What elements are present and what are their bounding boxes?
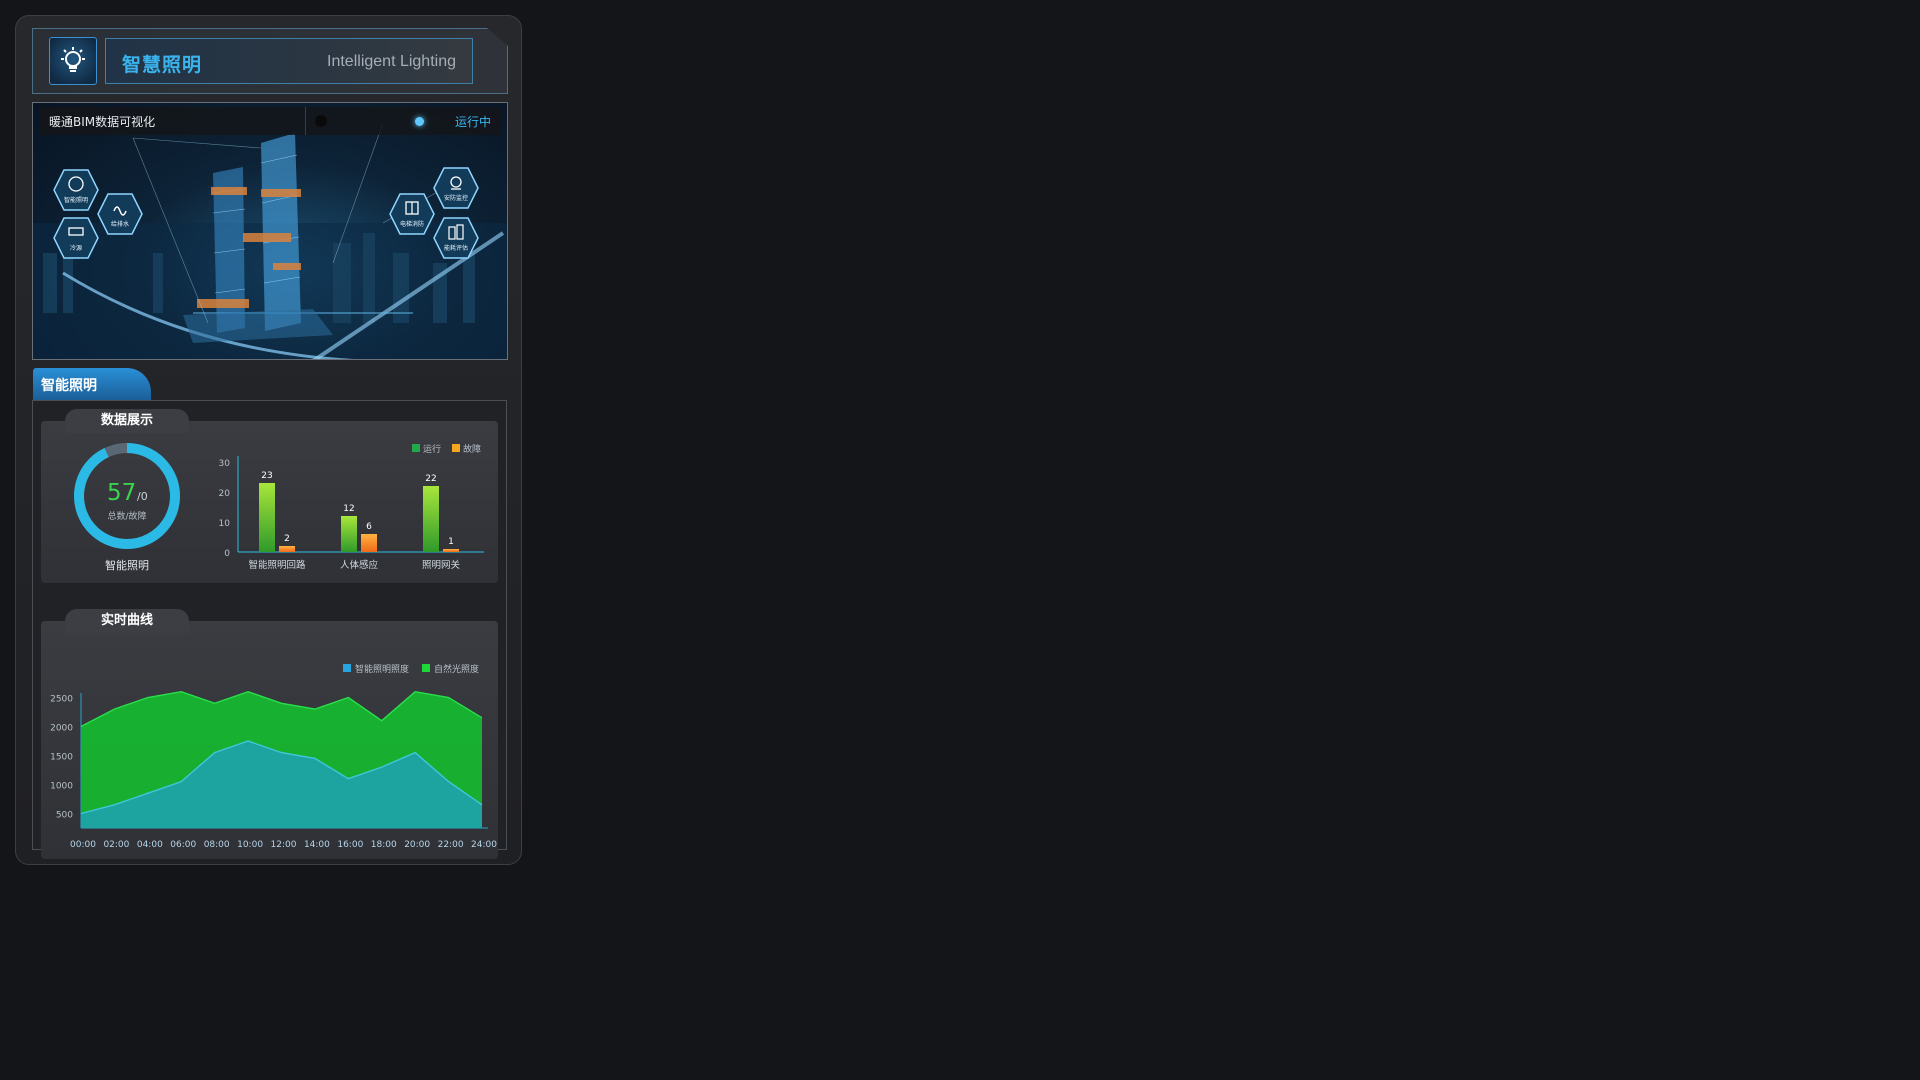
y-tick-label: 10 [219,519,231,529]
y-tick-label: 2500 [50,695,73,705]
y-tick-label: 500 [56,811,73,821]
bar-fault [361,534,377,552]
hex-label: 电梯消防 [399,221,424,228]
bar-value-label: 1 [448,537,454,547]
hex-node-energy[interactable]: 能耗评估 [433,217,479,259]
x-tick-label: 12:00 [271,840,297,850]
y-tick-label: 0 [224,549,230,559]
hex-label: 能耗评估 [443,245,468,252]
hex-node-security[interactable]: 安防监控 [433,167,479,209]
gauge-caption: 总数/故障 [107,510,146,522]
x-tick-label: 00:00 [70,840,96,850]
bar-run [341,516,357,552]
x-tick-label: 02:00 [103,840,129,850]
hex-node-lighting[interactable]: 智能照明 [53,169,99,211]
x-tick-label: 智能照明回路 [248,559,306,571]
legend-swatch-run [412,444,420,452]
realtime-curve-card: 实时曲线 智能照明照度 自然光照度 500 1000 1500 2000 2500 00:… [41,609,498,859]
hex-label: 冷源 [69,245,82,252]
bar-value-label: 6 [366,522,372,532]
gauge-total: 57 [107,480,136,506]
x-tick-label: 14:00 [304,840,330,850]
header-title-bar: 智慧照明 Intelligent Lighting [105,38,473,84]
section-title: 智能照明 [41,378,97,394]
section-body: 数据展示 57 /0 总数/故障 智能照明 运行 故障 0 10 20 30 23 2 智能… [32,400,507,859]
legend-fault: 故障 [463,443,481,455]
bar-value-label: 22 [425,474,436,484]
y-tick-label: 30 [219,459,231,469]
bar-run [423,486,439,552]
hex-node-water-supply[interactable]: 给排水 [97,193,143,235]
x-tick-label: 照明网关 [422,559,461,571]
bar-run [259,483,275,552]
bar-chart: 运行 故障 0 10 20 30 23 2 智能照明回路 12 6 人体感应 22 1 照明网关 [219,443,484,571]
status-indicator-icon [415,117,424,126]
bar-fault [279,546,295,552]
record-indicator-icon[interactable] [315,115,327,127]
bar-value-label: 2 [284,534,290,544]
hex-node-cooling[interactable]: 冷源 [53,217,99,259]
y-tick-label: 2000 [50,724,73,734]
x-tick-label: 16:00 [337,840,363,850]
x-tick-label: 10:00 [237,840,263,850]
bar-fault [443,549,459,552]
lightbulb-icon [49,37,97,85]
bim-title: 暖通BIM数据可视化 [49,115,156,129]
legend-run: 运行 [423,443,441,455]
hex-node-elevator-fire[interactable]: 电梯消防 [389,193,435,235]
gauge-fault: /0 [137,490,148,503]
x-tick-label: 06:00 [170,840,196,850]
legend-natural: 自然光照度 [434,663,479,675]
legend-swatch-lighting [343,664,351,672]
hex-label: 安防监控 [443,195,468,202]
hex-label: 给排水 [110,221,129,228]
x-tick-label: 04:00 [137,840,163,850]
legend-lighting: 智能照明照度 [355,663,409,675]
x-tick-label: 22:00 [438,840,464,850]
x-tick-label: 20:00 [404,840,430,850]
x-tick-label: 人体感应 [340,559,379,571]
section-tab-intelligent-lighting[interactable]: 智能照明 [33,368,151,400]
bim-toolbar: 暖通BIM数据可视化 运行中 [39,107,501,135]
area-chart: 智能照明照度 自然光照度 500 1000 1500 2000 2500 00:00 02:… [50,663,497,850]
x-tick-label: 18:00 [371,840,397,850]
y-tick-label: 1000 [50,782,73,792]
panel-header: 智慧照明 Intelligent Lighting [32,28,508,94]
bim-visualization[interactable]: 暖通BIM数据可视化 运行中 智能照明 给排水 冷源 电梯消防 安防监控 能耗评… [32,102,508,360]
intelligent-lighting-panel: 智慧照明 Intelligent Lighting 暖通BIM数据可视化 运行中… [15,15,522,865]
hex-label: 智能照明 [63,197,88,204]
gauge: 57 /0 总数/故障 智能照明 [74,443,180,572]
panel-title: 智慧照明 [122,54,203,76]
panel-subtitle: Intelligent Lighting [327,53,456,70]
toolbar-divider [305,107,306,135]
legend-swatch-fault [452,444,460,452]
x-tick-label: 08:00 [204,840,230,850]
bim-status: 运行中 [454,115,491,129]
y-tick-label: 1500 [50,753,73,763]
x-tick-label: 24:00 [471,840,497,850]
legend-swatch-natural [422,664,430,672]
y-tick-label: 20 [219,489,231,499]
bar-value-label: 23 [261,471,272,481]
bar-value-label: 12 [343,504,354,514]
data-display-card: 数据展示 57 /0 总数/故障 智能照明 运行 故障 0 10 20 30 23 2 智能… [41,409,498,583]
gauge-label: 智能照明 [105,558,149,572]
